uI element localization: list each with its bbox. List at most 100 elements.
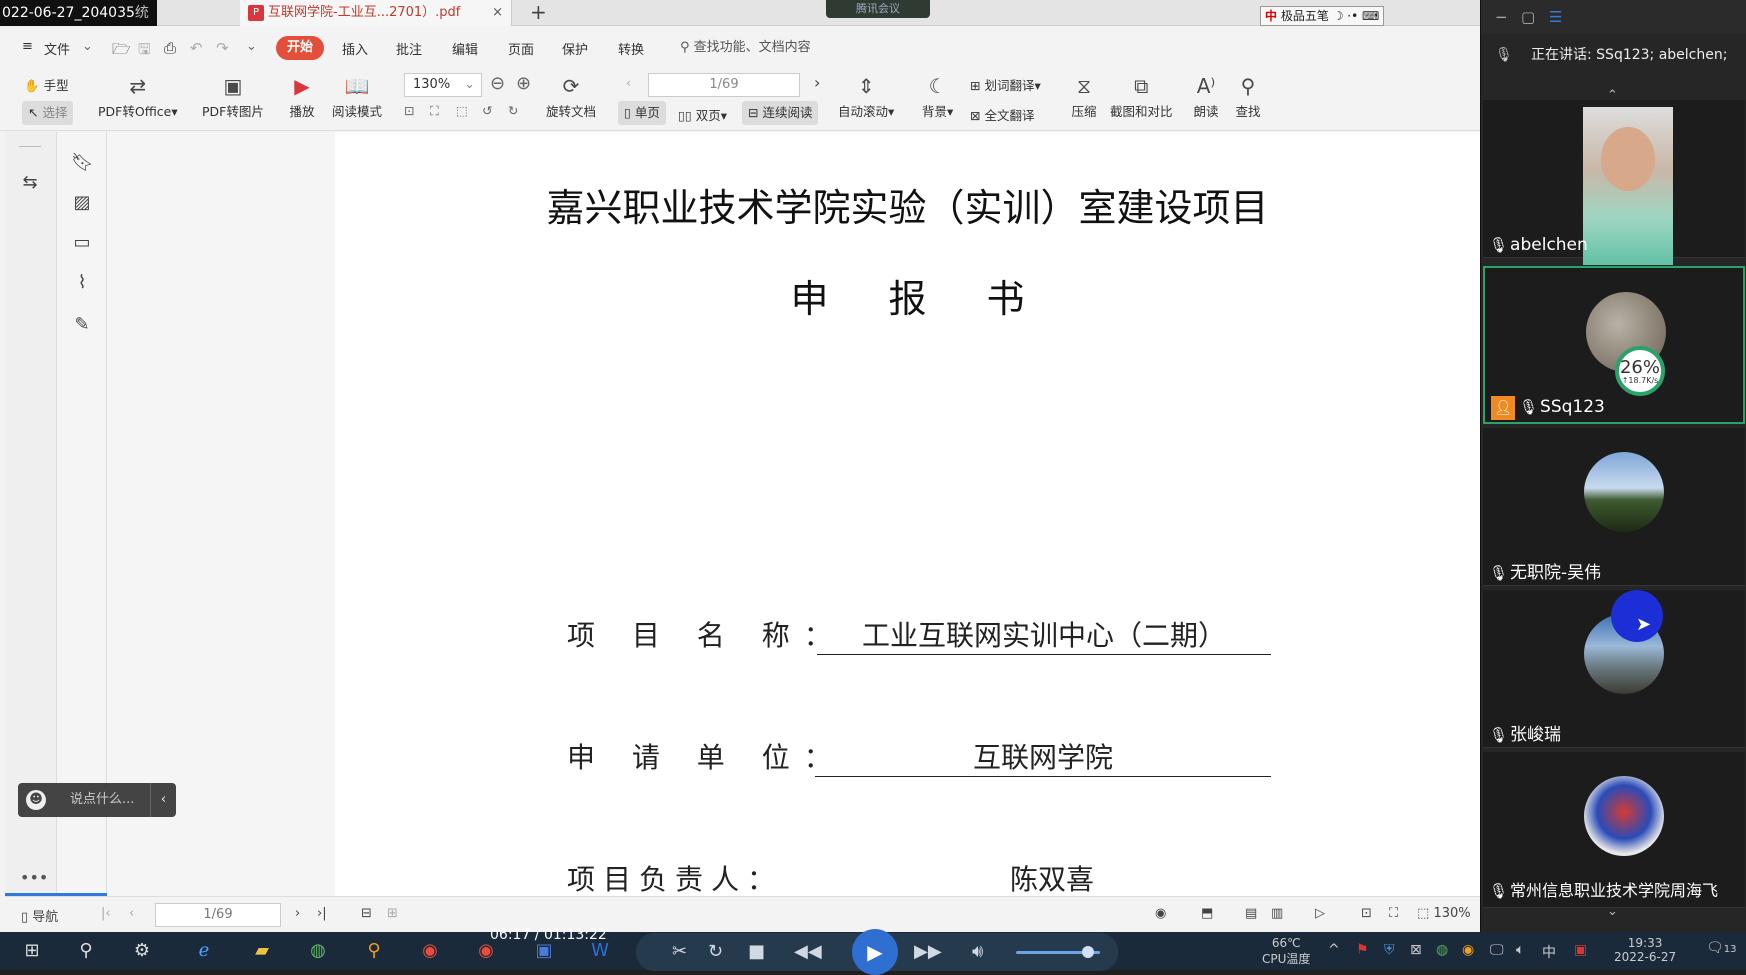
collapse-chat-icon[interactable]: ‹	[150, 783, 176, 817]
folder-icon[interactable]: ▰	[248, 938, 276, 964]
next-page-icon[interactable]: ›	[814, 73, 820, 92]
single-view-icon[interactable]: ▤	[1245, 906, 1257, 921]
play-icon[interactable]: ▷	[1315, 906, 1325, 921]
forward-icon[interactable]: ⊞	[387, 906, 398, 921]
feature-search[interactable]: ⚲ 查找功能、文档内容	[680, 35, 850, 61]
continuous-read-button[interactable]: ⊟ 连续阅读	[742, 101, 819, 125]
browser-icon[interactable]: ◍	[304, 938, 332, 964]
stop-icon[interactable]: ■	[748, 941, 765, 962]
auto-scroll-button[interactable]: ⇕ 自动滚动▾	[838, 73, 894, 120]
hamburger-icon[interactable]: ≡	[22, 39, 33, 54]
document-tab[interactable]: P 互联网学院-工业互...2701）.pdf ×	[240, 0, 512, 26]
menu-page[interactable]: 页面	[508, 39, 534, 58]
find-button[interactable]: ⚲ 查找	[1234, 73, 1262, 120]
menu-start[interactable]: 开始	[276, 36, 324, 60]
zoom-status[interactable]: ⬚ 130%	[1417, 906, 1471, 921]
replay-icon[interactable]: ↻	[708, 941, 723, 962]
customize-icon[interactable]: ⌄	[246, 39, 257, 54]
first-page-icon[interactable]: |‹	[101, 906, 111, 921]
nav-toggle[interactable]: ▯ 导航	[21, 906, 58, 925]
next-page-icon[interactable]: ›	[295, 906, 300, 921]
rotate-right-icon[interactable]: ↻	[508, 103, 518, 118]
chevron-down-icon[interactable]: ⌄	[82, 39, 93, 54]
fast-forward-icon[interactable]: ▶▶	[914, 941, 942, 962]
translate-panel-icon[interactable]: ⇆	[19, 172, 41, 194]
minimize-icon[interactable]: −	[1495, 8, 1508, 26]
tray-app-icon[interactable]: ⚑	[1356, 942, 1369, 958]
zoom-out-icon[interactable]: ⊖	[490, 73, 505, 94]
restore-icon[interactable]: ▢	[1521, 8, 1535, 26]
volume-slider[interactable]	[1016, 946, 1100, 958]
attachment-icon[interactable]: ⌇	[71, 272, 93, 294]
menu-protect[interactable]: 保护	[562, 39, 588, 58]
scroll-down-icon[interactable]: ⌄	[1607, 904, 1618, 919]
menu-annotate[interactable]: 批注	[396, 39, 422, 58]
play-button[interactable]: ▶ 播放	[288, 73, 316, 120]
back-icon[interactable]: ⊟	[361, 906, 372, 921]
network-icon[interactable]: 🖵︎	[1490, 942, 1504, 958]
save-icon[interactable]: 🖫	[138, 39, 151, 64]
app-icon[interactable]: ⚙	[128, 938, 156, 964]
zoom-in-icon[interactable]: ⊕	[516, 73, 531, 94]
page-number-input[interactable]: 1/69	[648, 73, 800, 97]
screenshot-icon[interactable]: ✂	[672, 941, 687, 962]
double-page-button[interactable]: ▯▯ 双页▾	[678, 105, 727, 124]
background-button[interactable]: ☾ 背景▾	[922, 73, 953, 120]
tray-expand-icon[interactable]: ^	[1328, 942, 1340, 958]
signature-icon[interactable]: ✎	[71, 314, 93, 336]
pdf-to-office-button[interactable]: ⇄ PDF转Office▾	[98, 73, 178, 120]
participant-tile-ssq123[interactable]: 26% ↑18.7K/s 👤︎ 🎙︎ SSq123	[1483, 266, 1745, 424]
rewind-icon[interactable]: ◀◀	[794, 941, 822, 962]
layout-icon[interactable]: ☰	[1549, 8, 1562, 26]
select-tool[interactable]: ↖ 选择	[22, 101, 74, 125]
search-icon[interactable]: ⚲	[72, 938, 100, 964]
ie-icon[interactable]: ℯ	[190, 938, 218, 964]
participant-tile-abelchen[interactable]: 🎙︎ abelchen	[1483, 100, 1745, 265]
rotate-document-button[interactable]: ⟳ 旋转文档	[546, 73, 596, 120]
screenshot-compare-button[interactable]: ⧉ 截图和对比	[1110, 73, 1173, 120]
keyboard-icon[interactable]: ⌨	[1362, 9, 1379, 23]
single-page-button[interactable]: ▯ 单页	[618, 101, 666, 125]
status-page-input[interactable]: 1/69	[155, 903, 281, 927]
menu-edit[interactable]: 编辑	[452, 39, 478, 58]
tray-tool-icon[interactable]: ⊠	[1410, 942, 1422, 958]
pdf-to-image-button[interactable]: ▣ PDF转图片	[202, 73, 264, 120]
participant-tile-zhouhaifei[interactable]: 🎙︎ 常州信息职业技术学院周海飞	[1483, 752, 1745, 908]
play-button[interactable]: ▶	[852, 929, 898, 975]
shield-icon[interactable]: ⛨	[1384, 942, 1395, 958]
print-icon[interactable]: ⎙	[164, 39, 176, 57]
full-translate-button[interactable]: ⊠ 全文翻译	[970, 105, 1034, 124]
wechat-icon[interactable]: ◍	[1436, 942, 1448, 958]
tray-color-icon[interactable]: ◉	[1462, 942, 1474, 958]
thumbnail-icon[interactable]: ▨	[71, 192, 93, 214]
prev-page-icon[interactable]: ‹	[626, 75, 631, 90]
comment-icon[interactable]: ▭	[71, 232, 93, 254]
close-tab-icon[interactable]: ×	[492, 0, 503, 26]
ime-indicator[interactable]: 中	[1542, 942, 1556, 962]
participant-tile-wuwei[interactable]: 🎙︎ 无职院-吴伟	[1483, 428, 1745, 586]
more-icon[interactable]: •••	[20, 868, 48, 887]
bookmark-icon[interactable]: 🔖︎	[71, 152, 94, 174]
fullscreen-icon[interactable]: ⬒	[1201, 906, 1213, 921]
chrome-icon[interactable]: ◉	[416, 938, 444, 964]
notification-center[interactable]: 🗨︎13	[1706, 940, 1737, 956]
volume-icon[interactable]: 🔊︎	[972, 941, 983, 962]
actual-size-icon[interactable]: ⊡	[1361, 906, 1372, 921]
windows-start-icon[interactable]: ⊞	[18, 938, 46, 964]
speaker-icon[interactable]: 🔈︎	[1516, 942, 1524, 958]
read-aloud-button[interactable]: A⁾ 朗读	[1192, 73, 1220, 120]
fit-page-icon[interactable]: ⛶	[430, 103, 439, 119]
fit-width-icon[interactable]: ⬚	[456, 103, 468, 118]
read-mode-button[interactable]: 📖 阅读模式	[332, 73, 382, 120]
system-clock[interactable]: 19:33 2022-6-27	[1614, 936, 1676, 964]
hand-tool[interactable]: ✋ 手型	[24, 75, 69, 94]
double-view-icon[interactable]: ▥	[1271, 906, 1283, 921]
word-translate-button[interactable]: ⊞ 划词翻译▾	[970, 75, 1041, 94]
menu-insert[interactable]: 插入	[342, 39, 368, 58]
redo-icon[interactable]: ↷	[216, 39, 229, 57]
ime-toolbar[interactable]: 中 极品五笔 ☽ ·• ⌨	[1260, 6, 1385, 26]
prev-page-icon[interactable]: ‹	[129, 906, 134, 921]
tray-app-red-icon[interactable]: ▣	[1574, 942, 1587, 958]
eye-protect-icon[interactable]: ◉	[1155, 906, 1166, 921]
menu-convert[interactable]: 转换	[618, 39, 644, 58]
